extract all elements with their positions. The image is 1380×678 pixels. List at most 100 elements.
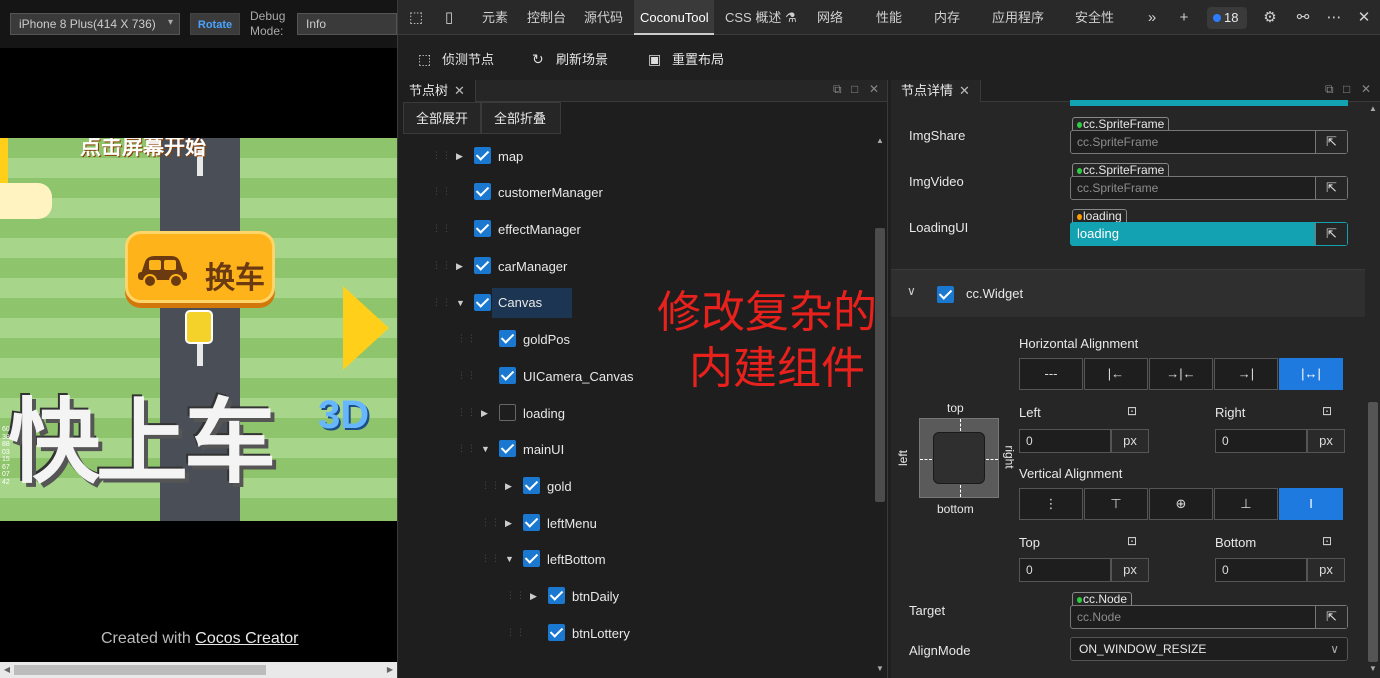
scroll-left-icon[interactable]: ◀	[0, 662, 14, 678]
rotate-button[interactable]: Rotate	[190, 13, 240, 35]
pick-target-icon[interactable]: ⇱	[1315, 177, 1347, 199]
close-icon[interactable]: ✕	[959, 83, 970, 98]
node-active-checkbox[interactable]	[548, 623, 565, 641]
scroll-right-icon[interactable]: ▶	[383, 662, 397, 678]
gear-icon[interactable]: ⚙	[1260, 8, 1280, 28]
tab-memory[interactable]: 内存	[928, 0, 966, 35]
node-active-checkbox[interactable]	[474, 256, 491, 274]
refresh-scene-button[interactable]: ↻ 刷新场景	[532, 48, 608, 70]
expanded-arrow-icon[interactable]: ▼	[505, 554, 515, 564]
reset-layout-button[interactable]: ▣ 重置布局	[648, 48, 724, 70]
drag-handle-icon[interactable]: ⋮⋮	[457, 370, 476, 385]
scrollbar-thumb[interactable]	[14, 665, 266, 675]
more-tabs-icon[interactable]: »	[1142, 8, 1162, 28]
widget-enabled-checkbox[interactable]	[937, 286, 954, 303]
debug-mode-select[interactable]: Info	[297, 13, 397, 35]
tab-application[interactable]: 应用程序	[986, 0, 1050, 35]
pick-target-icon[interactable]: ⇱	[1315, 223, 1347, 245]
maximize-icon[interactable]: □	[1343, 82, 1350, 96]
pick-target-icon[interactable]: ⇱	[1315, 131, 1347, 153]
next-arrow-icon[interactable]	[343, 286, 389, 370]
alignmode-select[interactable]: ON_WINDOW_RESIZE ∨	[1070, 637, 1348, 661]
widget-section-header[interactable]: ∨ cc.Widget	[891, 269, 1365, 317]
lock-icon[interactable]: ⊡	[1127, 534, 1140, 548]
node-active-checkbox[interactable]	[499, 366, 516, 384]
scroll-up-icon[interactable]: ▲	[1369, 104, 1377, 113]
inspect-element-icon[interactable]: ⬚	[406, 8, 426, 28]
node-active-checkbox[interactable]	[523, 550, 540, 568]
tree-node-row[interactable]: ⋮⋮ btnLottery	[399, 618, 869, 655]
loadingui-field[interactable]: loading ⇱	[1070, 222, 1348, 246]
node-active-checkbox[interactable]	[523, 513, 540, 531]
target-field[interactable]: cc.Node ⇱	[1070, 605, 1348, 629]
chevron-down-icon[interactable]: ∨	[907, 284, 916, 298]
v-align-stretch-button[interactable]: I	[1279, 488, 1343, 520]
tree-node-row[interactable]: ⋮⋮ ▶ leftMenu	[399, 508, 869, 545]
expanded-arrow-icon[interactable]: ▼	[481, 444, 491, 454]
tab-elements[interactable]: 元素	[476, 0, 514, 35]
v-align-top-button[interactable]: ⊤	[1084, 488, 1148, 520]
drag-handle-icon[interactable]: ⋮⋮	[481, 554, 500, 568]
lock-icon[interactable]: ⊡	[1127, 404, 1140, 418]
node-active-checkbox[interactable]	[499, 440, 516, 458]
issues-badge[interactable]: 18	[1207, 7, 1247, 29]
drag-handle-icon[interactable]: ⋮⋮	[432, 260, 451, 275]
drag-handle-icon[interactable]: ⋮⋮	[481, 481, 500, 495]
detect-node-button[interactable]: ⬚ 侦测节点	[418, 48, 494, 70]
tab-network[interactable]: 网络	[811, 0, 849, 35]
v-align-none-button[interactable]: ⋮	[1019, 488, 1083, 520]
tree-node-row[interactable]: ⋮⋮ ▶ map	[399, 141, 869, 178]
restore-icon[interactable]: ⧉	[1325, 82, 1334, 97]
v-align-bottom-button[interactable]: ⊥	[1214, 488, 1278, 520]
tree-node-row[interactable]: ⋮⋮ ▶ carManager	[399, 251, 869, 288]
top-unit[interactable]: px	[1111, 558, 1149, 582]
tree-node-row[interactable]: ⋮⋮ effectManager	[399, 214, 869, 251]
drag-handle-icon[interactable]: ⋮⋮	[457, 334, 476, 348]
tree-node-row[interactable]: ⋮⋮ customerManager	[399, 177, 869, 214]
tab-console[interactable]: 控制台	[521, 0, 572, 35]
lock-icon[interactable]: ⊡	[1322, 404, 1335, 418]
customize-icon[interactable]: ⚯	[1293, 8, 1313, 28]
expand-all-button[interactable]: 全部展开	[403, 102, 481, 134]
tab-sources[interactable]: 源代码	[578, 0, 629, 35]
tree-node-row[interactable]: ⋮⋮ ▼ mainUI	[399, 434, 869, 471]
drag-handle-icon[interactable]: ⋮⋮	[457, 444, 476, 458]
tab-css-overview[interactable]: CSS 概述 ⚗	[719, 0, 803, 35]
node-active-checkbox[interactable]	[548, 587, 565, 605]
h-align-stretch-button[interactable]: |↔|	[1279, 358, 1343, 390]
scroll-up-icon[interactable]: ▲	[873, 136, 887, 150]
tab-security[interactable]: 安全性	[1069, 0, 1120, 35]
tab-coconutool[interactable]: CoconuTool	[634, 0, 714, 35]
drag-handle-icon[interactable]: ⋮⋮	[432, 224, 451, 238]
collapsed-arrow-icon[interactable]: ▶	[530, 591, 540, 602]
drag-handle-icon[interactable]: ⋮⋮	[432, 297, 451, 312]
h-align-center-button[interactable]: →|←	[1149, 358, 1213, 390]
scroll-down-icon[interactable]: ▼	[1369, 664, 1377, 673]
collapsed-arrow-icon[interactable]: ▶	[481, 408, 491, 419]
node-active-checkbox[interactable]	[474, 220, 491, 238]
add-tab-icon[interactable]: +	[1174, 8, 1194, 28]
tree-node-row[interactable]: ⋮⋮ ▶ gold	[399, 471, 869, 508]
collapsed-arrow-icon[interactable]: ▶	[456, 151, 466, 162]
v-align-center-button[interactable]: ⊕	[1149, 488, 1213, 520]
h-align-left-button[interactable]: |←	[1084, 358, 1148, 390]
node-active-checkbox[interactable]	[499, 403, 516, 421]
node-active-checkbox[interactable]	[474, 293, 491, 311]
close-icon[interactable]: ✕	[869, 82, 879, 96]
node-detail-tab[interactable]: 节点详情 ✕	[891, 80, 981, 102]
lock-icon[interactable]: ⊡	[1322, 534, 1335, 548]
bottom-input[interactable]: 0	[1215, 558, 1307, 582]
close-icon[interactable]: ✕	[1361, 82, 1371, 96]
drag-handle-icon[interactable]: ⋮⋮	[432, 150, 451, 165]
maximize-icon[interactable]: □	[851, 82, 858, 96]
h-align-right-button[interactable]: →|	[1214, 358, 1278, 390]
more-options-icon[interactable]: ⋯	[1324, 8, 1344, 28]
tab-performance[interactable]: 性能	[870, 0, 908, 35]
node-active-checkbox[interactable]	[474, 183, 491, 201]
device-toolbar-icon[interactable]: ▯	[439, 8, 459, 28]
node-active-checkbox[interactable]	[523, 477, 540, 494]
close-icon[interactable]: ✕	[454, 83, 465, 98]
expanded-arrow-icon[interactable]: ▼	[456, 298, 466, 308]
bottom-unit[interactable]: px	[1307, 558, 1345, 582]
node-active-checkbox[interactable]	[499, 330, 516, 348]
